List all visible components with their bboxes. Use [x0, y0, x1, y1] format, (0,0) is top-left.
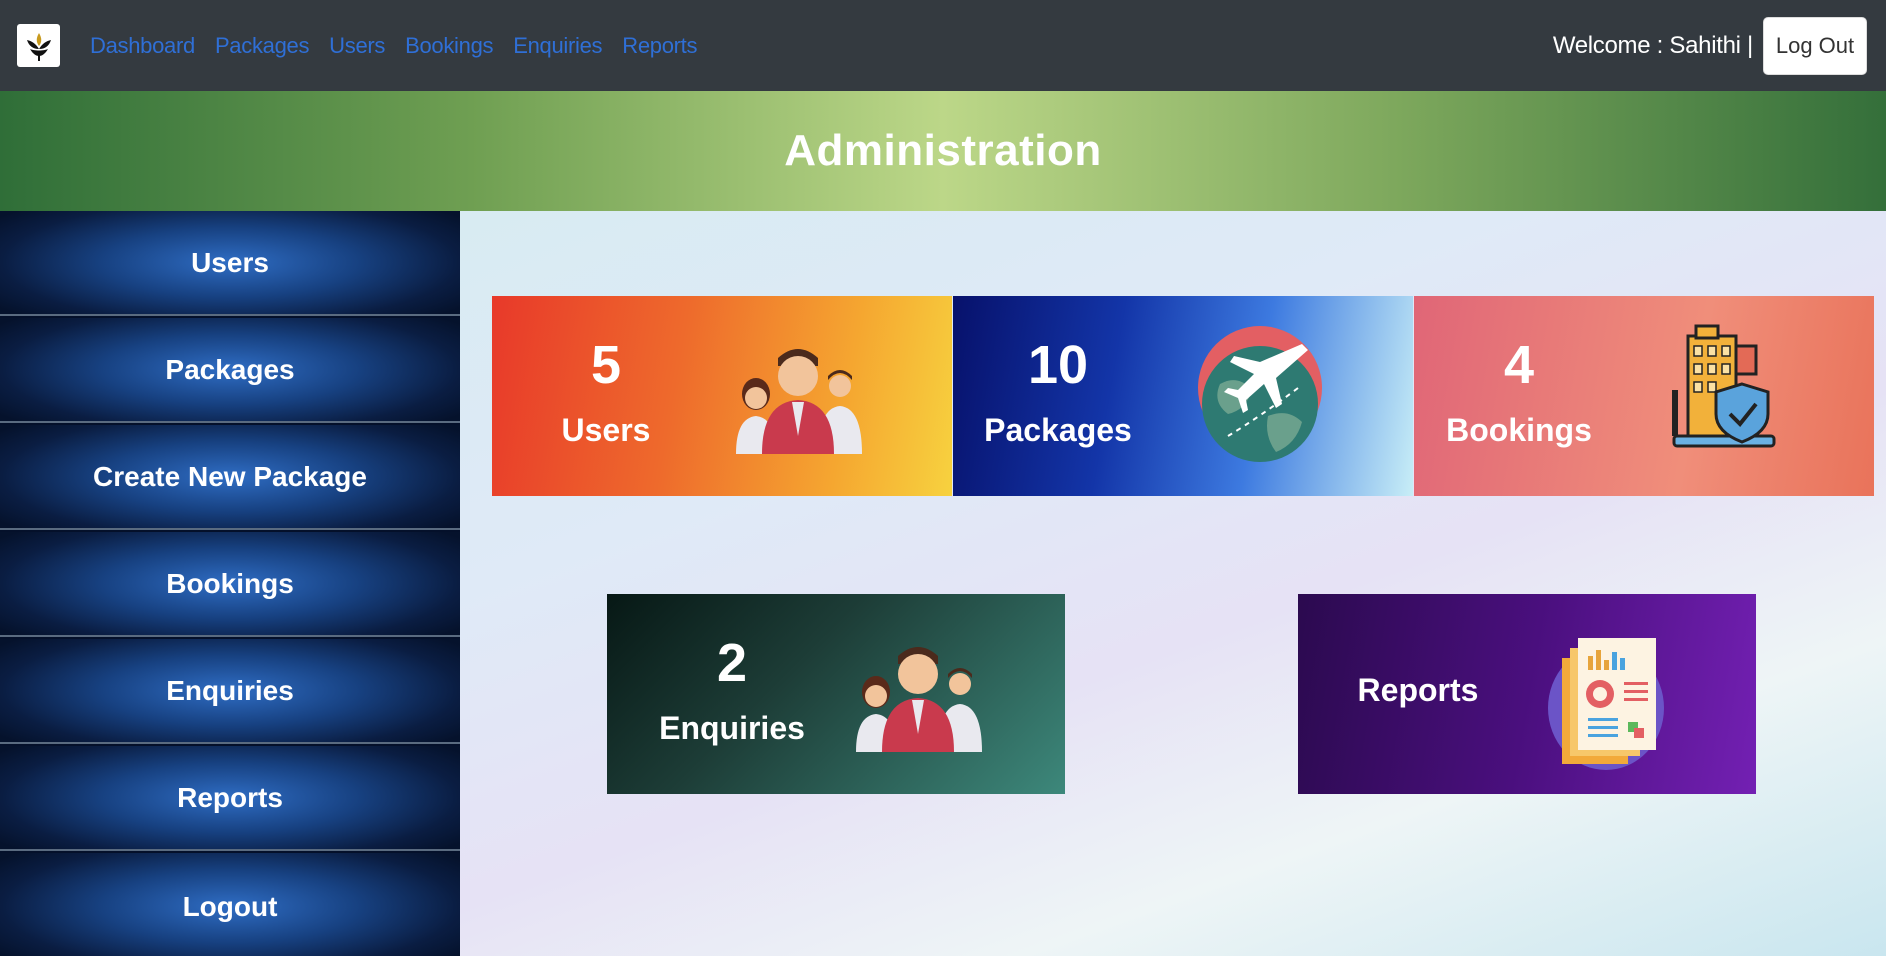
user-area: Welcome : Sahithi | Log Out [1553, 17, 1867, 75]
nav-link-bookings[interactable]: Bookings [405, 33, 493, 59]
sidebar-item-bookings[interactable]: Bookings [0, 532, 460, 637]
reports-card-label: Reports [1357, 672, 1479, 708]
page-title: Administration [784, 126, 1102, 175]
packages-count: 10 [1027, 335, 1089, 395]
people-icon [856, 647, 982, 752]
sidebar-item-reports[interactable]: Reports [0, 746, 460, 851]
users-card-text: 5 Users [506, 338, 706, 449]
nav-link-enquiries[interactable]: Enquiries [513, 33, 602, 59]
packages-card[interactable]: 10 Packages [953, 296, 1413, 496]
top-navbar: Dashboard Packages Users Bookings Enquir… [0, 0, 1886, 91]
sidebar-item-packages[interactable]: Packages [0, 318, 460, 423]
nav-links: Dashboard Packages Users Bookings Enquir… [90, 33, 697, 59]
users-card-label: Users [561, 412, 651, 448]
bookings-card-label: Bookings [1446, 412, 1592, 448]
nav-link-packages[interactable]: Packages [215, 33, 310, 59]
users-card[interactable]: 5 Users [492, 296, 952, 496]
reports-card[interactable]: Reports [1298, 594, 1756, 794]
people-icon [736, 349, 862, 454]
enquiries-card-text: 2 Enquiries [632, 636, 832, 747]
sidebar-item-logout[interactable]: Logout [0, 853, 460, 956]
nav-link-reports[interactable]: Reports [622, 33, 697, 59]
report-document-icon [1548, 638, 1664, 770]
enquiries-card-label: Enquiries [659, 710, 805, 746]
sidebar-item-enquiries[interactable]: Enquiries [0, 639, 460, 744]
welcome-text: Welcome : Sahithi | [1552, 32, 1753, 59]
brand-logo[interactable] [17, 24, 60, 67]
sidebar-item-create-new-package[interactable]: Create New Package [0, 425, 460, 530]
packages-card-label: Packages [984, 412, 1132, 448]
nav-link-dashboard[interactable]: Dashboard [90, 33, 195, 59]
bookings-card-text: 4 Bookings [1419, 338, 1619, 449]
globe-airplane-icon [1198, 326, 1322, 462]
enquiries-count: 2 [716, 633, 748, 693]
packages-card-text: 10 Packages [958, 338, 1158, 449]
lotus-logo-icon [26, 32, 51, 61]
building-shield-icon [1672, 324, 1776, 448]
bookings-count: 4 [1503, 335, 1535, 395]
admin-banner: Administration [0, 91, 1886, 211]
sidebar-item-users[interactable]: Users [0, 211, 460, 316]
users-count: 5 [590, 335, 622, 395]
bookings-card[interactable]: 4 Bookings [1414, 296, 1874, 496]
sidebar: Users Packages Create New Package Bookin… [0, 211, 460, 956]
reports-card-text: Reports [1318, 672, 1518, 709]
logout-button[interactable]: Log Out [1763, 17, 1867, 75]
dashboard-main: 5 Users 10 Packages 4 Bookings 2 Enquiri… [460, 211, 1886, 956]
nav-link-users[interactable]: Users [329, 33, 385, 59]
enquiries-card[interactable]: 2 Enquiries [607, 594, 1065, 794]
